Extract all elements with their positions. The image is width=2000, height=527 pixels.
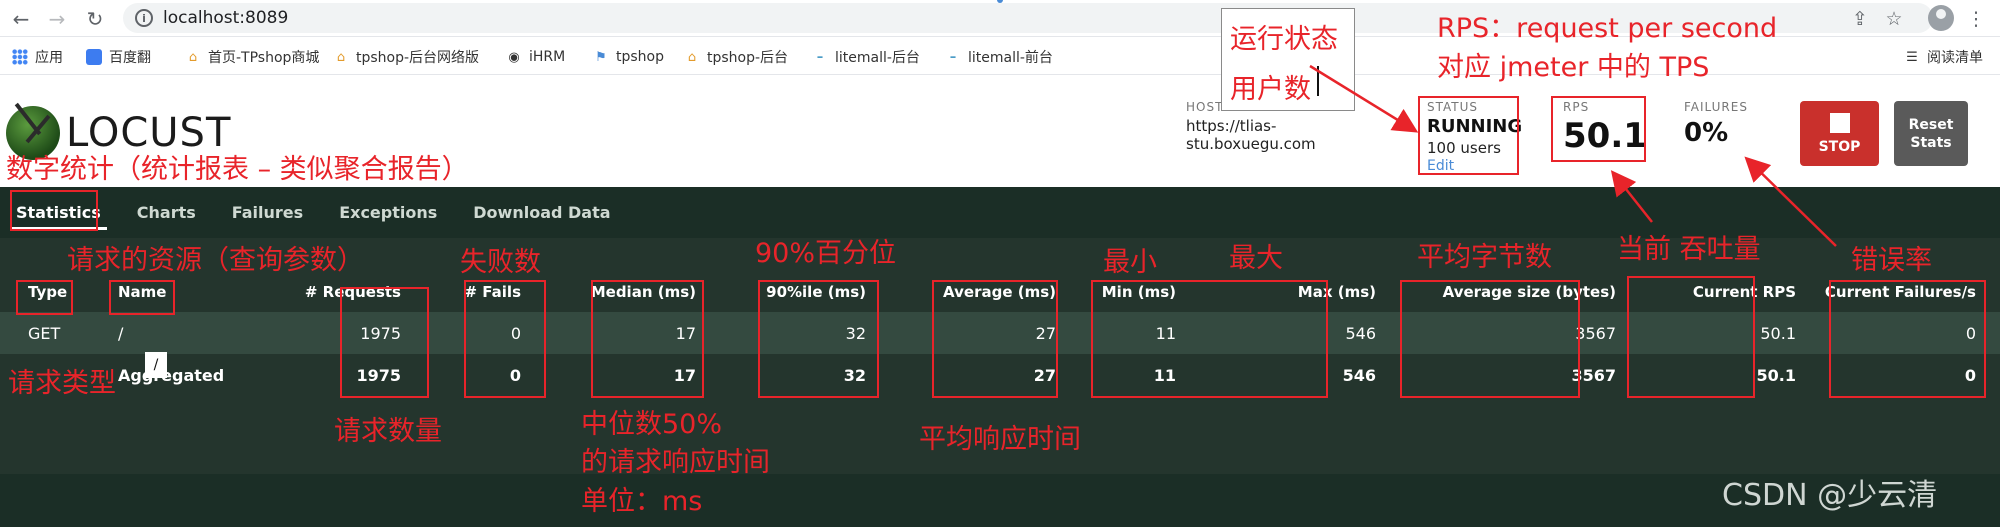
menu-kebab-icon[interactable]: ⋮ bbox=[1962, 5, 1990, 33]
failures-value: 0% bbox=[1684, 118, 1729, 148]
annotation-median-line2: 的请求响应时间 bbox=[581, 447, 770, 478]
back-arrow-icon[interactable]: ← bbox=[6, 4, 36, 34]
text-caret bbox=[1317, 66, 1319, 96]
bookmark-litemall-admin[interactable]: – litemall-后台 bbox=[812, 47, 920, 67]
annotation-min-column: 最小 bbox=[1103, 247, 1157, 278]
annotation-requests-column: 请求数量 bbox=[334, 416, 442, 447]
apps-grid-icon bbox=[12, 49, 28, 65]
bookmark-tpshop-admin[interactable]: ⌂ tpshop-后台 bbox=[684, 47, 788, 67]
bookmark-baidu-translate[interactable]: 百度翻 bbox=[86, 47, 151, 67]
locust-logo-icon bbox=[6, 106, 60, 160]
annotation-current-rps-column: 当前 吞吐量 bbox=[1617, 234, 1761, 265]
bookmark-ihrm[interactable]: ◉ iHRM bbox=[506, 47, 565, 67]
tab-exceptions[interactable]: Exceptions bbox=[333, 195, 443, 230]
highlight-fails-column bbox=[464, 280, 546, 398]
annotation-average-column: 平均响应时间 bbox=[919, 424, 1081, 455]
annotation-median-line3: 单位：ms bbox=[581, 486, 703, 517]
logo-text: LOCUST bbox=[66, 110, 232, 156]
tab-failures[interactable]: Failures bbox=[226, 195, 309, 230]
highlight-rps bbox=[1551, 96, 1646, 162]
host-value: https://tlias-stu.boxuegu.com bbox=[1186, 117, 1316, 153]
forward-arrow-icon[interactable]: → bbox=[42, 4, 72, 34]
annotation-note-card: 运行状态 用户数 bbox=[1221, 8, 1355, 111]
star-icon[interactable]: ☆ bbox=[1880, 5, 1908, 33]
highlight-p90-column bbox=[758, 280, 879, 398]
reading-list-icon: ☰ bbox=[1906, 49, 1918, 65]
highlight-current-failures-column bbox=[1829, 280, 1986, 398]
url-text: localhost:8089 bbox=[163, 8, 289, 28]
highlight-avg-size-column bbox=[1400, 280, 1580, 398]
info-icon[interactable]: i bbox=[135, 9, 153, 27]
highlight-min-max-columns bbox=[1091, 280, 1328, 398]
annotation-rps-definition: RPS：request per second bbox=[1437, 13, 1778, 44]
annotation-rps-jmeter: 对应 jmeter 中的 TPS bbox=[1437, 52, 1710, 83]
highlight-name-header bbox=[109, 280, 175, 315]
reading-list-button[interactable]: ☰ 阅读清单 bbox=[1904, 47, 1983, 67]
reload-icon[interactable]: ↻ bbox=[80, 4, 110, 34]
annotation-failure-rate-column: 错误率 bbox=[1851, 245, 1932, 276]
tab-bar: Statistics Charts Failures Exceptions Do… bbox=[10, 187, 641, 237]
annotation-type-column: 请求类型 bbox=[8, 368, 116, 399]
dash-icon: – bbox=[816, 49, 824, 65]
house-icon: ⌂ bbox=[336, 49, 346, 65]
annotation-max-column: 最大 bbox=[1229, 243, 1283, 274]
reset-stats-button[interactable]: Reset Stats bbox=[1894, 101, 1968, 166]
bookmark-tpshop[interactable]: ⚑ tpshop bbox=[593, 47, 664, 67]
bookmark-litemall-front[interactable]: – litemall-前台 bbox=[945, 47, 1053, 67]
highlight-requests-column bbox=[340, 287, 429, 398]
annotation-running-status: 运行状态 bbox=[1230, 24, 1338, 55]
stop-square-icon bbox=[1829, 112, 1850, 133]
tab-charts[interactable]: Charts bbox=[131, 195, 202, 230]
bookmark-apps[interactable]: 应用 bbox=[12, 47, 63, 67]
tab-download-data[interactable]: Download Data bbox=[467, 195, 616, 230]
highlight-status bbox=[1418, 96, 1519, 175]
annotation-fails-column: 失败数 bbox=[460, 247, 541, 278]
mouse-cursor-tooltip: / bbox=[145, 352, 167, 378]
stop-label: STOP bbox=[1818, 138, 1861, 155]
stop-button[interactable]: STOP bbox=[1800, 101, 1879, 166]
globe-icon: ◉ bbox=[508, 49, 520, 65]
annotation-p90-column: 90%百分位 bbox=[755, 238, 897, 269]
annotation-stats-title: 数字统计（统计报表 – 类似聚合报告） bbox=[6, 154, 469, 185]
annotation-name-column: 请求的资源（查询参数） bbox=[67, 245, 364, 276]
failures-info: FAILURES 0% bbox=[1684, 100, 1748, 148]
highlight-average-column bbox=[932, 280, 1058, 398]
highlight-statistics-tab bbox=[10, 190, 98, 231]
highlight-type-header bbox=[16, 280, 73, 315]
watermark: CSDN @少云清 bbox=[1722, 478, 1938, 513]
failures-label: FAILURES bbox=[1684, 100, 1748, 114]
bookmark-tpshop-admin-net[interactable]: ⌂ tpshop-后台网络版 bbox=[333, 47, 479, 67]
share-icon[interactable]: ⇪ bbox=[1846, 5, 1874, 33]
profile-avatar-icon[interactable] bbox=[1928, 5, 1954, 31]
annotation-median-line1: 中位数50% bbox=[581, 409, 723, 440]
translate-icon bbox=[86, 49, 102, 65]
highlight-current-rps-column bbox=[1627, 276, 1755, 398]
dash-icon: – bbox=[949, 49, 957, 65]
house-icon: ⌂ bbox=[188, 49, 198, 65]
annotation-avg-size-column: 平均字节数 bbox=[1417, 242, 1552, 273]
flag-icon: ⚑ bbox=[595, 49, 607, 65]
annotation-user-count: 用户数 bbox=[1230, 74, 1311, 105]
bookmark-tpshop-home[interactable]: ⌂ 首页-TPshop商城 bbox=[185, 47, 320, 67]
highlight-median-column bbox=[591, 280, 704, 398]
house-icon: ⌂ bbox=[687, 49, 697, 65]
